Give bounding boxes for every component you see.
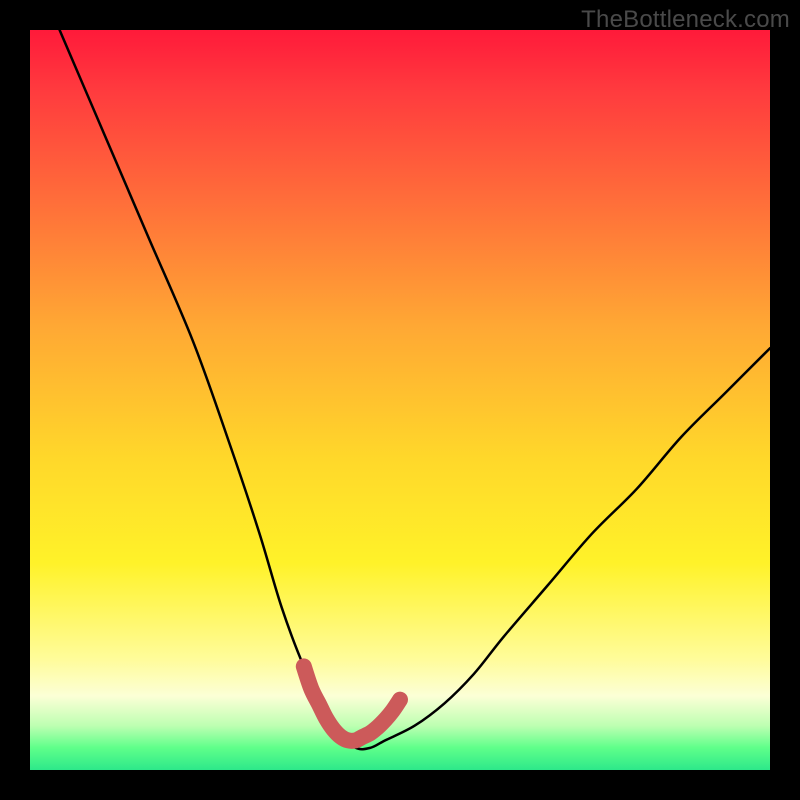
bottleneck-curve bbox=[60, 30, 770, 749]
bottleneck-curve-svg bbox=[30, 30, 770, 770]
sweet-spot-marker bbox=[304, 666, 400, 740]
watermark-text: TheBottleneck.com bbox=[581, 6, 790, 34]
chart-plot-area bbox=[30, 30, 770, 770]
